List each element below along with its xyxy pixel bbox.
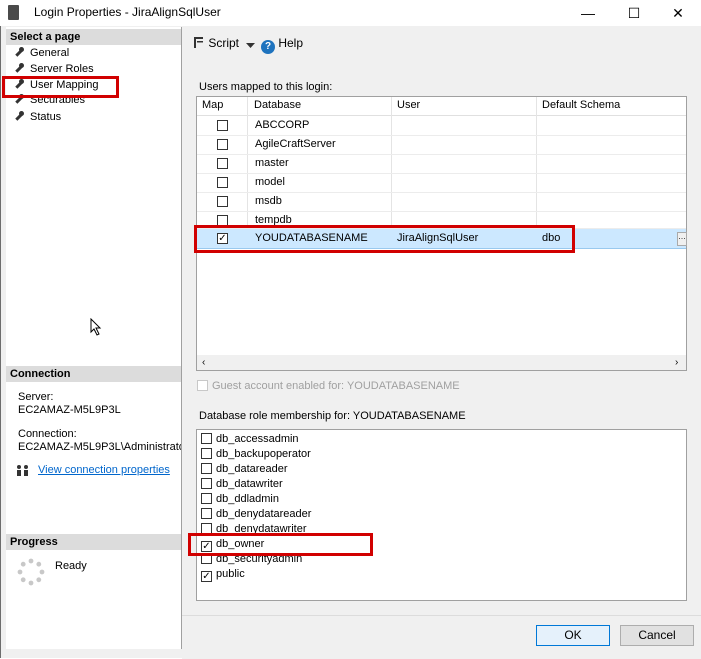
role-item[interactable]: db_datawriter — [201, 477, 283, 492]
grid-header: Map Database User Default Schema — [197, 97, 686, 116]
script-button[interactable]: Script — [191, 36, 239, 50]
app-icon — [8, 5, 19, 20]
role-item[interactable]: db_accessadmin — [201, 432, 299, 447]
server-label: Server: — [18, 391, 54, 403]
nav-status[interactable]: Status — [14, 110, 61, 125]
guest-account-checkbox: Guest account enabled for: YOUDATABASENA… — [197, 380, 460, 392]
column-default-schema[interactable]: Default Schema — [542, 99, 620, 111]
map-checkbox[interactable] — [217, 120, 228, 131]
window-title: Login Properties - JiraAlignSqlUser — [34, 5, 221, 19]
role-checkbox[interactable] — [201, 433, 212, 444]
role-membership-label: Database role membership for: YOUDATABAS… — [199, 410, 466, 422]
nav-general-label: General — [30, 47, 70, 59]
column-database[interactable]: Database — [254, 99, 301, 111]
role-checkbox-checked[interactable]: ✓ — [201, 571, 212, 582]
users-mapped-label: Users mapped to this login: — [199, 81, 333, 93]
horizontal-scrollbar[interactable]: ‹ › — [197, 355, 686, 370]
role-label: db_accessadmin — [216, 433, 299, 445]
user-mapping-highlight — [2, 76, 119, 98]
scroll-left-icon[interactable]: ‹ — [202, 357, 205, 368]
progress-heading: Progress — [6, 534, 181, 550]
nav-status-label: Status — [30, 111, 62, 123]
role-label: db_denydatareader — [216, 508, 312, 520]
progress-spinner-icon — [16, 557, 46, 587]
table-row[interactable]: master — [197, 154, 686, 174]
connection-value: EC2AMAZ-M5L9P3L\Administrator — [18, 441, 181, 453]
view-connection-properties-link[interactable]: View connection properties — [38, 464, 170, 476]
maximize-button[interactable]: ☐ — [611, 0, 657, 26]
help-label: Help — [278, 36, 304, 50]
connection-heading: Connection — [6, 366, 181, 382]
role-checkbox[interactable] — [201, 508, 212, 519]
column-user[interactable]: User — [397, 99, 420, 111]
mouse-cursor-icon — [90, 317, 102, 336]
role-checkbox[interactable] — [201, 448, 212, 459]
connection-label: Connection: — [18, 428, 77, 440]
script-icon — [194, 37, 203, 48]
table-row[interactable]: model — [197, 173, 686, 193]
ok-button[interactable]: OK — [536, 625, 610, 646]
wrench-icon — [14, 111, 24, 121]
role-label: db_datawriter — [216, 478, 283, 490]
role-item[interactable]: db_ddladmin — [201, 492, 279, 507]
script-label: Script — [208, 36, 240, 50]
role-checkbox[interactable] — [201, 493, 212, 504]
scroll-right-icon[interactable]: › — [675, 357, 678, 368]
minimize-button[interactable]: — — [565, 0, 611, 26]
title-bar: Login Properties - JiraAlignSqlUser — ☐ … — [0, 0, 701, 26]
map-checkbox[interactable] — [217, 196, 228, 207]
database-cell: msdb — [255, 195, 282, 207]
map-checkbox[interactable] — [217, 158, 228, 169]
wrench-icon — [14, 63, 24, 73]
table-row[interactable]: AgileCraftServer — [197, 135, 686, 155]
role-item[interactable]: ✓ public — [201, 567, 245, 582]
guest-checkbox — [197, 380, 208, 391]
nav-general[interactable]: General — [14, 46, 69, 61]
db-owner-highlight — [188, 533, 373, 556]
database-cell: model — [255, 176, 285, 188]
connection-properties-icon — [16, 464, 30, 476]
table-row[interactable]: msdb — [197, 192, 686, 212]
help-icon: ? — [261, 40, 275, 54]
role-checkbox[interactable] — [201, 463, 212, 474]
map-checkbox[interactable] — [217, 177, 228, 188]
role-label: public — [216, 568, 245, 580]
role-item[interactable]: db_backupoperator — [201, 447, 311, 462]
role-label: db_backupoperator — [216, 448, 311, 460]
role-label: db_datareader — [216, 463, 288, 475]
nav-server-roles-label: Server Roles — [30, 63, 94, 75]
role-label: db_ddladmin — [216, 493, 279, 505]
table-row[interactable]: ABCCORP — [197, 116, 686, 136]
schema-browse-button[interactable]: … — [677, 232, 687, 246]
selected-row-highlight — [194, 225, 575, 253]
progress-status: Ready — [55, 560, 87, 572]
select-page-heading: Select a page — [6, 29, 181, 45]
left-pane: Select a page General Server Roles Secur… — [6, 27, 182, 649]
map-checkbox[interactable] — [217, 139, 228, 150]
database-cell: AgileCraftServer — [255, 138, 336, 150]
role-item[interactable]: db_datareader — [201, 462, 288, 477]
role-membership-list[interactable]: db_accessadmin db_backupoperator db_data… — [196, 429, 687, 601]
column-map[interactable]: Map — [202, 99, 223, 111]
script-dropdown-arrow-icon[interactable] — [246, 40, 255, 52]
nav-server-roles[interactable]: Server Roles — [14, 62, 94, 77]
cancel-button[interactable]: Cancel — [620, 625, 694, 646]
close-button[interactable]: ✕ — [655, 0, 701, 26]
guest-label: Guest account enabled for: YOUDATABASENA… — [212, 380, 460, 392]
wrench-icon — [14, 47, 24, 57]
role-checkbox[interactable] — [201, 478, 212, 489]
help-button[interactable]: ? Help — [261, 36, 303, 54]
database-cell: master — [255, 157, 289, 169]
role-item[interactable]: db_denydatareader — [201, 507, 311, 522]
database-cell: ABCCORP — [255, 119, 310, 131]
server-value: EC2AMAZ-M5L9P3L — [18, 404, 121, 416]
